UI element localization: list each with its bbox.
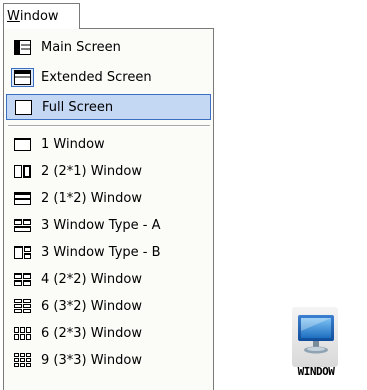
- one-window-icon: [12, 136, 33, 153]
- extended-screen-icon: [11, 67, 34, 87]
- menu-item-label: Full Screen: [42, 99, 114, 115]
- six-window-3x2-icon: [12, 298, 33, 315]
- nine-window-icon: [12, 352, 33, 369]
- menu-item-three-window-type-a[interactable]: 3 Window Type - A: [6, 212, 211, 238]
- menu-item-label: 9 (3*3) Window: [41, 352, 142, 368]
- window-dropdown-menu: Main Screen Extended Screen Full Screen: [3, 28, 214, 390]
- menu-item-label: 2 (1*2) Window: [41, 190, 142, 206]
- menu-item-label: 3 Window Type - B: [41, 244, 161, 260]
- menu-item-label: Main Screen: [41, 39, 121, 55]
- menu-item-label: 2 (2*1) Window: [41, 163, 142, 179]
- menu-item-one-window[interactable]: 1 Window: [6, 131, 211, 157]
- three-window-type-b-icon: [12, 244, 33, 261]
- full-screen-icon: [13, 99, 34, 116]
- window-desktop-icon[interactable]: WINDOW: [288, 307, 344, 387]
- menu-item-full-screen[interactable]: Full Screen: [6, 94, 211, 120]
- menu-item-six-window-2x3[interactable]: 6 (2*3) Window: [6, 320, 211, 346]
- menu-item-label: 6 (3*2) Window: [41, 298, 142, 314]
- window-icon-label: WINDOW: [297, 365, 335, 378]
- window-menu-title-rest: indow: [19, 9, 59, 24]
- three-window-type-a-icon: [12, 217, 33, 234]
- menu-item-label: 3 Window Type - A: [41, 217, 161, 233]
- menu-item-label: Extended Screen: [41, 69, 152, 85]
- menu-item-three-window-type-b[interactable]: 3 Window Type - B: [6, 239, 211, 265]
- menu-item-extended-screen[interactable]: Extended Screen: [6, 64, 211, 90]
- menu-item-label: 6 (2*3) Window: [41, 325, 142, 341]
- window-menu-title[interactable]: Window: [3, 3, 80, 29]
- two-by-one-window-icon: [12, 163, 33, 180]
- monitor-icon: [298, 315, 334, 354]
- window-menu-accelerator: W: [7, 9, 20, 24]
- menu-separator: [8, 125, 210, 127]
- four-window-icon: [12, 271, 33, 288]
- one-by-two-window-icon: [12, 190, 33, 207]
- menu-item-two-by-one-window[interactable]: 2 (2*1) Window: [6, 158, 211, 184]
- menu-item-six-window-3x2[interactable]: 6 (3*2) Window: [6, 293, 211, 319]
- six-window-2x3-icon: [12, 325, 33, 342]
- main-screen-icon: [12, 39, 33, 56]
- menu-item-nine-window[interactable]: 9 (3*3) Window: [6, 347, 211, 373]
- menu-item-label: 4 (2*2) Window: [41, 271, 142, 287]
- menu-item-one-by-two-window[interactable]: 2 (1*2) Window: [6, 185, 211, 211]
- menu-item-four-window[interactable]: 4 (2*2) Window: [6, 266, 211, 292]
- menu-item-main-screen[interactable]: Main Screen: [6, 34, 211, 60]
- menu-item-label: 1 Window: [41, 136, 105, 152]
